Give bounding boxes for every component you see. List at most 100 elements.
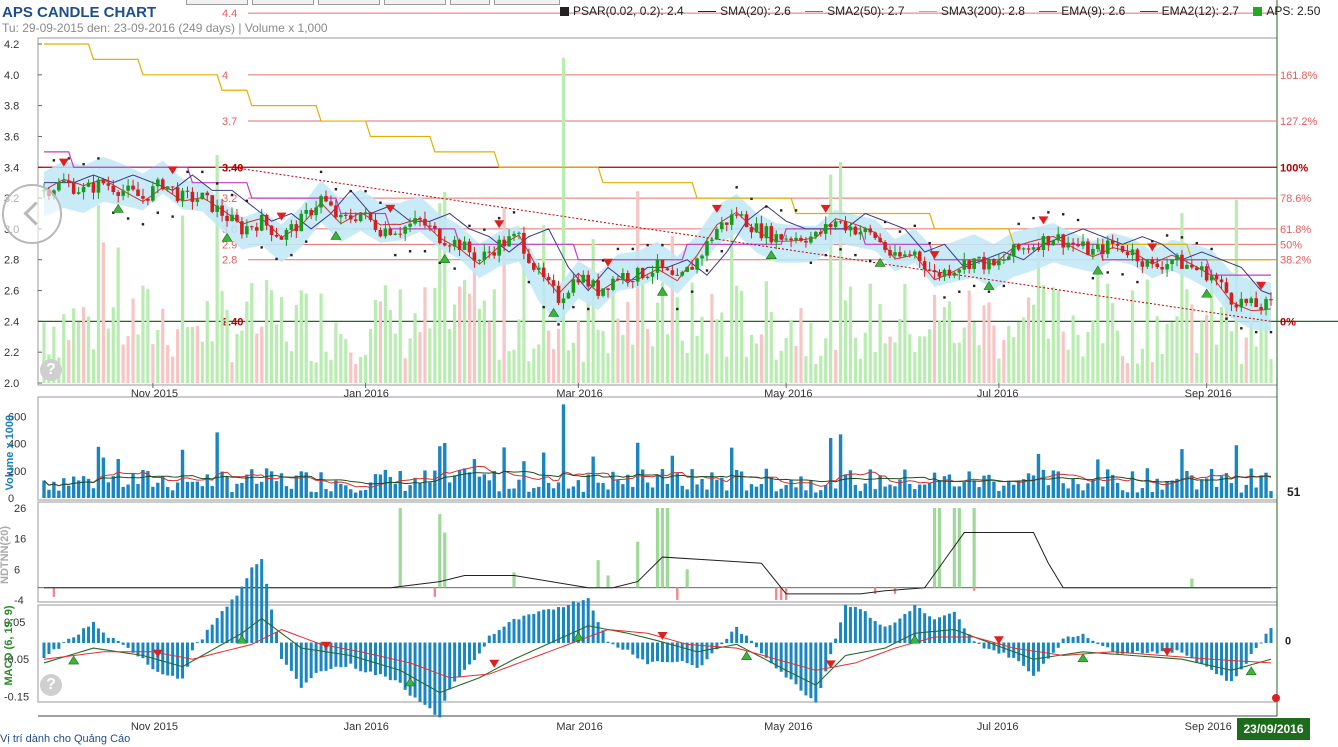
- price-volume-bar: [937, 320, 942, 383]
- candle-body: [304, 209, 309, 214]
- volume-bar: [433, 470, 437, 498]
- volume-bar: [636, 442, 640, 498]
- legend-sma200[interactable]: SMA3(200): 2.8: [918, 4, 1025, 18]
- volume-bar: [230, 491, 234, 498]
- macd-histogram-bar: [1185, 642, 1189, 656]
- prev-period-button[interactable]: [2, 184, 62, 244]
- candle-body: [532, 263, 536, 270]
- price-volume-bar: [235, 333, 239, 383]
- volume-bar: [319, 472, 323, 498]
- volume-bar: [284, 486, 289, 498]
- volume-bar: [121, 486, 125, 498]
- macd-histogram-bar: [542, 609, 546, 644]
- macd-histogram-bar: [1111, 642, 1115, 652]
- macd-histogram-bar: [665, 642, 669, 663]
- psar-dot: [898, 230, 902, 233]
- legend-swatch: [918, 11, 937, 13]
- volume-bar: [418, 483, 422, 498]
- candle-body: [868, 228, 873, 233]
- foreign-buy-bar: [972, 508, 976, 588]
- price-volume-bar: [1214, 344, 1219, 383]
- macd-histogram-bar: [918, 607, 922, 644]
- psar-dot: [1269, 330, 1273, 334]
- volume-bar: [621, 484, 625, 498]
- foreign-sell-bar: [893, 587, 897, 594]
- price-volume-bar: [250, 282, 254, 383]
- foreign-buy-bar: [398, 508, 402, 588]
- price-volume-bar: [725, 356, 729, 383]
- candle-body: [764, 226, 769, 239]
- price-volume-bar: [106, 328, 110, 383]
- help-icon[interactable]: ?: [40, 359, 62, 381]
- legend-aps[interactable]: APS: 2.50: [1253, 4, 1320, 18]
- candle-body: [136, 189, 140, 197]
- volume-bar: [888, 484, 892, 498]
- macd-histogram-bar: [1145, 642, 1149, 653]
- macd-histogram-bar: [1086, 638, 1090, 644]
- volume-bar: [452, 475, 457, 498]
- candle-body: [274, 234, 279, 237]
- candle-body: [769, 226, 774, 243]
- candle-body: [195, 199, 200, 202]
- price-volume-bar: [878, 304, 882, 383]
- legend-label: EMA2(12): 2.7: [1161, 4, 1239, 18]
- price-volume-bar: [754, 343, 759, 383]
- macd-axis-label: MACD (6, 19, 9): [3, 605, 15, 685]
- psar-dot: [349, 189, 352, 193]
- price-volume-bar: [641, 283, 645, 383]
- candle-body: [1145, 259, 1150, 267]
- psar-dot: [364, 189, 367, 193]
- candle-body: [1051, 240, 1056, 246]
- psar-dot: [1180, 236, 1184, 239]
- candle-body: [353, 219, 358, 222]
- volume-bar: [1016, 480, 1021, 498]
- psar-dot: [126, 217, 130, 220]
- price-volume-bar: [294, 304, 298, 383]
- price-volume-bar: [151, 344, 155, 383]
- price-volume-bar: [517, 319, 521, 383]
- price-volume-bar: [1140, 348, 1144, 383]
- time-axis-label: Mar 2016: [556, 721, 602, 733]
- price-volume-bar: [1081, 356, 1085, 383]
- candle-body: [843, 221, 848, 231]
- volume-bar: [908, 483, 912, 498]
- volume-bar: [715, 479, 719, 498]
- volume-bar: [1135, 492, 1140, 498]
- volume-bar: [626, 474, 630, 498]
- candle-body: [264, 214, 269, 226]
- volume-bar: [833, 488, 838, 498]
- legend-sma50[interactable]: SMA2(50): 2.7: [805, 4, 905, 18]
- legend-sma20[interactable]: SMA(20): 2.6: [698, 4, 791, 18]
- price-volume-bar: [497, 359, 501, 383]
- candle-body: [1234, 304, 1239, 308]
- candle-body: [507, 236, 511, 247]
- psar-dot: [557, 323, 560, 326]
- macd-histogram-bar: [740, 634, 744, 644]
- price-volume-bar: [319, 293, 323, 383]
- volume-bar: [1244, 484, 1248, 498]
- volume-bar: [1249, 468, 1253, 498]
- price-volume-bar: [1239, 363, 1243, 383]
- foreign-buy-bar: [512, 572, 516, 588]
- help-icon[interactable]: ?: [40, 674, 62, 696]
- price-volume-bar: [1051, 287, 1055, 383]
- macd-histogram-bar: [764, 642, 768, 658]
- volume-bar: [492, 471, 496, 498]
- price-volume-bar: [626, 301, 630, 383]
- price-volume-bar: [522, 255, 526, 383]
- macd-right-label: 0: [1285, 636, 1291, 648]
- legend-psar[interactable]: PSAR(0.02, 0.2): 2.4: [560, 4, 684, 18]
- candle-body: [1026, 248, 1031, 250]
- candle-body: [967, 260, 971, 269]
- candle-body: [1269, 299, 1273, 301]
- price-volume-bar: [398, 289, 402, 383]
- price-volume-bar: [1041, 285, 1046, 383]
- macd-histogram-bar: [1017, 642, 1021, 662]
- legend-label: SMA3(200): 2.8: [940, 4, 1025, 18]
- psar-dot: [1195, 241, 1198, 245]
- psar-dot: [616, 247, 620, 251]
- legend-ema12[interactable]: EMA2(12): 2.7: [1139, 4, 1239, 18]
- candle-body: [1036, 247, 1041, 250]
- legend-ema9[interactable]: EMA(9): 2.6: [1039, 4, 1125, 18]
- price-volume-bar: [101, 242, 105, 383]
